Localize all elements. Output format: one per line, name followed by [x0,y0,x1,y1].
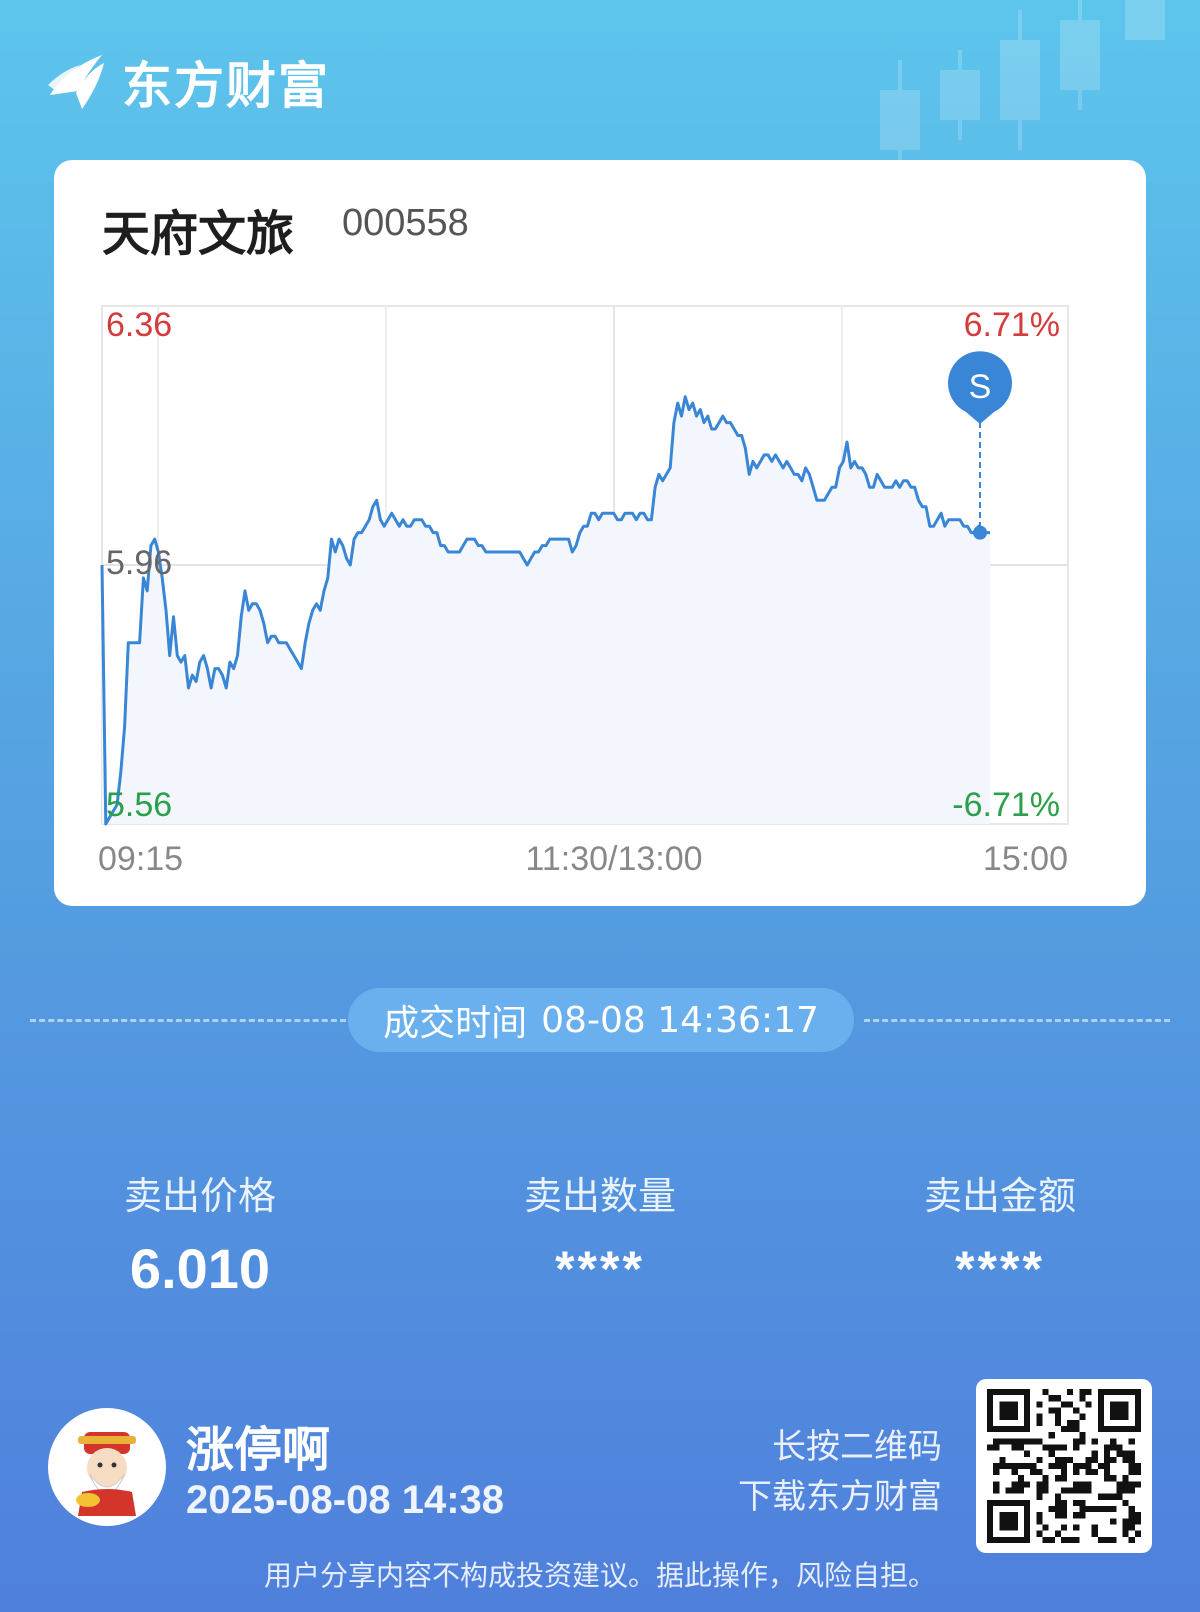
x-label-open: 09:15 [98,840,183,878]
sell-marker[interactable]: S [948,351,1012,540]
disclaimer: 用户分享内容不构成投资建议。据此操作，风险自担。 [263,1559,936,1592]
pct-max-label: 6.71% [964,306,1060,344]
sell-quantity-value: **** [555,1241,645,1297]
share-time: 2025-08-08 14:38 [186,1478,505,1522]
sell-quantity-label: 卖出数量 [523,1174,676,1218]
qr-code[interactable] [976,1379,1152,1553]
pct-min-label: -6.71% [952,786,1060,824]
price-mid-label: 5.96 [106,544,172,582]
sell-price-label: 卖出价格 [123,1174,276,1218]
dashed-divider [30,1019,346,1022]
stock-card: 天府文旅 000558 6.36 5.96 5.56 6.71% -6.71% … [54,160,1146,906]
trade-time-label: 成交时间 [383,1003,528,1044]
price-min-label: 5.56 [106,786,172,824]
trade-time-row: 成交时间 08-08 14:36:17 [30,988,1170,1052]
trade-time-value: 08-08 14:36:17 [541,999,819,1041]
qr-code-icon [987,1389,1141,1543]
sell-point-dot [973,525,987,540]
sell-marker-label: S [969,368,992,406]
trade-time-pill: 成交时间 08-08 14:36:17 [348,988,854,1052]
x-label-close: 15:00 [983,840,1068,878]
x-label-midday: 11:30/13:00 [525,840,702,878]
qr-hint-line1: 长按二维码 [772,1427,942,1467]
avatar[interactable] [48,1408,166,1526]
sell-price-value: 6.010 [129,1237,271,1300]
sell-price-stat: 卖出价格 6.010 [70,1165,330,1301]
candlestick-background-icon [880,0,1165,160]
brand-header: 东方财富 [46,46,330,118]
brand-name: 东方财富 [122,57,330,115]
sell-quantity-stat: 卖出数量 **** [470,1165,730,1298]
intraday-chart: 6.36 5.96 5.56 6.71% -6.71% 09:15 11:30/… [98,305,1069,878]
user-name: 涨停啊 [186,1422,331,1478]
sell-amount-stat: 卖出金额 **** [870,1165,1130,1298]
sell-amount-label: 卖出金额 [923,1174,1076,1218]
qr-hint: 长按二维码 下载东方财富 [738,1422,942,1522]
caishen-avatar-icon [76,1432,136,1516]
eastmoney-logo-icon [48,55,104,109]
sell-amount-value: **** [955,1241,1045,1297]
dashed-divider [864,1019,1170,1022]
price-max-label: 6.36 [106,306,172,344]
qr-hint-line2: 下载东方财富 [738,1477,942,1517]
price-area [102,396,990,824]
